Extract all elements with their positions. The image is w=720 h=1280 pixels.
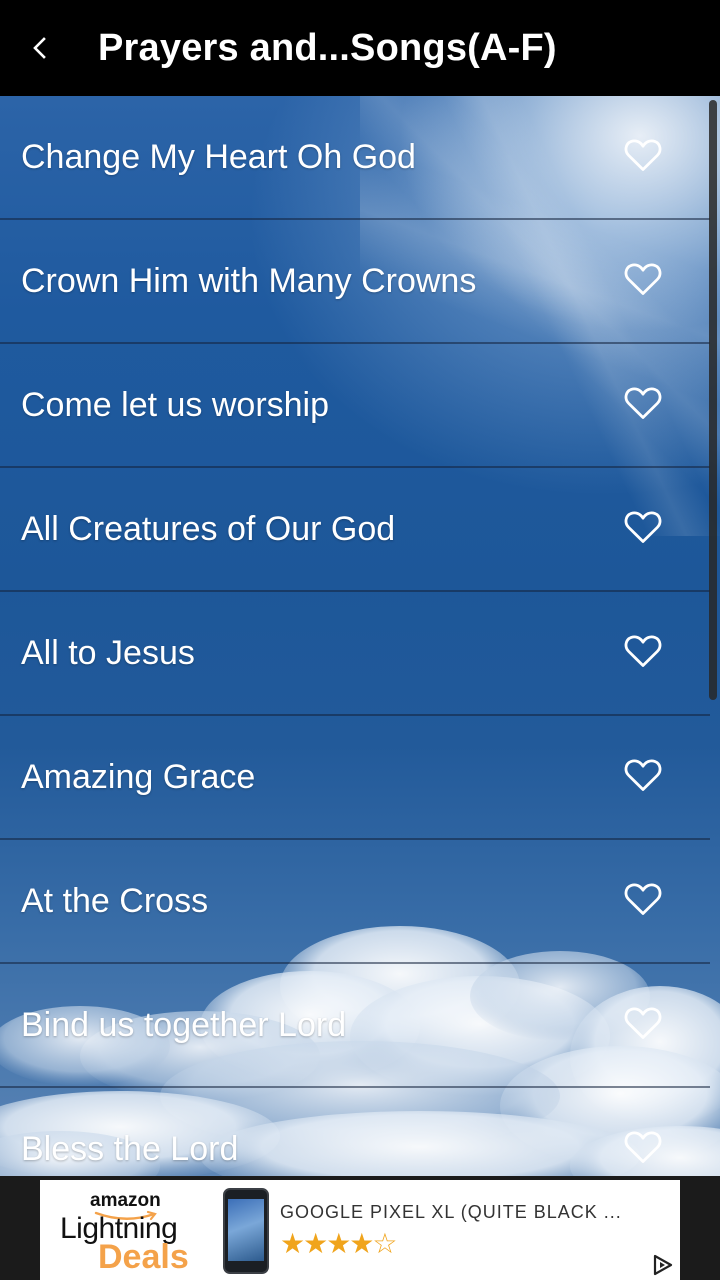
favorite-button[interactable] [620,255,666,301]
heart-outline-icon [624,759,662,791]
heart-outline-icon [624,139,662,171]
list-item[interactable]: Amazing Grace [0,716,710,840]
scrollbar[interactable] [709,100,717,700]
song-title: All to Jesus [21,633,195,672]
song-title: Amazing Grace [21,757,256,796]
chevron-left-icon [33,37,46,59]
amazon-wordmark: amazon [90,1190,161,1211]
rating-stars: ★★★★☆ [280,1228,398,1259]
list-item[interactable]: Bless the Lord [0,1088,710,1176]
back-button[interactable] [0,0,80,96]
ad-choices-button[interactable] [648,1252,678,1278]
favorite-button[interactable] [620,1123,666,1169]
song-title: Bless the Lord [21,1129,239,1168]
list-item[interactable]: All to Jesus [0,592,710,716]
heart-outline-icon [624,1131,662,1163]
list-item[interactable]: Bind us together Lord [0,964,710,1088]
list-item[interactable]: All Creatures of Our God [0,468,710,592]
song-title: Crown Him with Many Crowns [21,261,477,300]
favorite-button[interactable] [620,875,666,921]
song-title: Come let us worship [21,385,330,424]
heart-outline-icon [624,883,662,915]
app-bar: Prayers and...Songs(A-F) [0,0,720,96]
favorite-button[interactable] [620,999,666,1045]
ad-text: GOOGLE PIXEL XL (QUITE BLACK ... ★★★★☆ [280,1202,622,1260]
heart-outline-icon [624,1007,662,1039]
heart-outline-icon [624,511,662,543]
deals-wordmark: Deals [98,1238,189,1276]
page-title: Prayers and...Songs(A-F) [98,26,557,69]
ad-banner[interactable]: amazon Lightning Deals GOOGLE PIXEL XL (… [40,1180,680,1280]
favorite-button[interactable] [620,627,666,673]
heart-outline-icon [624,263,662,295]
favorite-button[interactable] [620,751,666,797]
heart-outline-icon [624,635,662,667]
song-title: Change My Heart Oh God [21,137,416,176]
favorite-button[interactable] [620,131,666,177]
song-list-container[interactable]: Change My Heart Oh God Crown Him with Ma… [0,96,720,1176]
list-item[interactable]: Crown Him with Many Crowns [0,220,710,344]
song-title: All Creatures of Our God [21,509,396,548]
song-title: Bind us together Lord [21,1005,347,1044]
list-item[interactable]: Change My Heart Oh God [0,96,710,220]
heart-outline-icon [624,387,662,419]
favorite-button[interactable] [620,503,666,549]
list-item[interactable]: Come let us worship [0,344,710,468]
product-image [223,1188,269,1274]
amazon-lightning-deals-logo: amazon Lightning Deals [40,1180,220,1280]
ad-choices-icon [653,1254,673,1276]
ad-strip: amazon Lightning Deals GOOGLE PIXEL XL (… [0,1176,720,1280]
favorite-button[interactable] [620,379,666,425]
song-list: Change My Heart Oh God Crown Him with Ma… [0,96,720,1176]
list-item[interactable]: At the Cross [0,840,710,964]
song-title: At the Cross [21,881,209,920]
ad-product-title: GOOGLE PIXEL XL (QUITE BLACK ... [280,1202,622,1222]
